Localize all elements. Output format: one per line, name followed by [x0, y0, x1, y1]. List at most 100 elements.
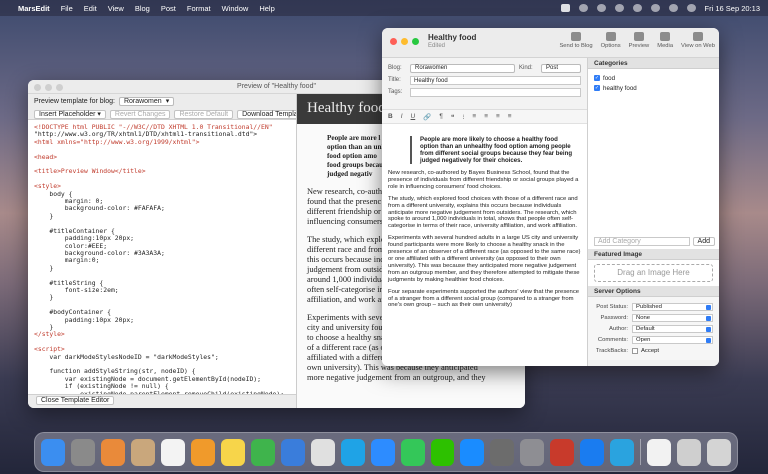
underline-button[interactable]: U	[411, 113, 416, 120]
password-row: Password: None	[594, 312, 713, 323]
blockquote-button[interactable]: ❝	[451, 113, 455, 121]
close-window-button[interactable]	[34, 84, 41, 91]
options-button[interactable]: Options	[601, 32, 621, 49]
menu-format[interactable]: Format	[187, 4, 211, 13]
menu-help[interactable]: Help	[259, 4, 274, 13]
minimize-window-button[interactable]	[401, 38, 408, 45]
add-category-button[interactable]: Add	[692, 237, 715, 246]
align-center-button[interactable]: ≡	[484, 113, 488, 120]
featured-image-well[interactable]: Drag an Image Here	[588, 260, 719, 286]
preview-title: Preview of "Healthy food"	[237, 83, 316, 90]
menu-edit[interactable]: Edit	[84, 4, 97, 13]
control-center-icon[interactable]	[686, 4, 696, 12]
menu-app[interactable]: MarsEdit	[18, 4, 50, 13]
finder-icon[interactable]	[40, 438, 65, 466]
skype-icon[interactable]	[340, 438, 365, 466]
view-on-web-button[interactable]: View on Web	[681, 32, 715, 49]
kind-select[interactable]: Post	[541, 63, 581, 73]
italic-button[interactable]: I	[401, 113, 403, 120]
telegram-icon[interactable]	[610, 438, 635, 466]
sync-icon[interactable]	[596, 4, 606, 12]
zoom-icon[interactable]	[370, 438, 395, 466]
quicklook-icon[interactable]	[490, 438, 515, 466]
marsedit-icon[interactable]	[550, 438, 575, 466]
post-status-select[interactable]: Published	[632, 302, 713, 311]
post-meta: Blog: Rorawomen Kind: Post Title: Health…	[382, 58, 587, 110]
revert-changes-button[interactable]: Revert Changes	[109, 110, 171, 119]
zoom-window-button[interactable]	[412, 38, 419, 45]
xcode-icon[interactable]	[677, 438, 702, 466]
bold-button[interactable]: B	[388, 113, 393, 120]
minimize-window-button[interactable]	[45, 84, 52, 91]
preview-button[interactable]: Preview	[628, 32, 650, 49]
code-line: <html xmlns="http://www.w3.org/1999/xhtm…	[34, 137, 200, 146]
more-button[interactable]: ⁝	[462, 113, 464, 121]
post-body-editor[interactable]: People are more likely to choose a healt…	[382, 124, 587, 320]
menu-window[interactable]: Window	[222, 4, 249, 13]
paragraph-button[interactable]: ¶	[439, 113, 443, 120]
dock-separator	[640, 439, 642, 465]
settings-icon[interactable]	[520, 438, 545, 466]
link-button[interactable]: 🔗	[423, 113, 431, 121]
trackbacks-checkbox[interactable]	[632, 347, 638, 354]
insert-placeholder-label: Insert Placeholder	[39, 111, 96, 118]
tags-label: Tags:	[388, 89, 403, 95]
marsedit-tray-icon[interactable]	[560, 4, 570, 12]
align-right-button[interactable]: ≡	[496, 113, 500, 120]
close-template-editor-button[interactable]: Close Template Editor	[36, 396, 115, 405]
category-label: healthy food	[603, 84, 637, 92]
checkbox-checked-icon[interactable]: ✓	[594, 85, 600, 91]
author-select[interactable]: Default	[632, 324, 713, 333]
add-category-input[interactable]: Add Category	[594, 237, 690, 246]
chrome-icon[interactable]	[310, 438, 335, 466]
align-justify-button[interactable]: ≡	[508, 113, 512, 120]
template-toolbar: Preview template for blog: Rorawomen ▾ In…	[28, 94, 315, 120]
photos-icon[interactable]	[100, 438, 125, 466]
contacts-icon[interactable]	[130, 438, 155, 466]
bluetooth-icon[interactable]	[632, 4, 642, 12]
wifi-icon[interactable]	[650, 4, 660, 12]
numbers-icon[interactable]	[250, 438, 275, 466]
checkbox-checked-icon[interactable]: ✓	[594, 75, 600, 81]
menu-post[interactable]: Post	[161, 4, 176, 13]
preview-label: Preview	[628, 43, 650, 49]
appstore-icon[interactable]	[460, 438, 485, 466]
category-item[interactable]: ✓ healthy food	[594, 83, 713, 93]
zoom-window-button[interactable]	[56, 84, 63, 91]
media-button[interactable]: Media	[657, 32, 673, 49]
reminders-icon[interactable]	[160, 438, 185, 466]
menu-file[interactable]: File	[61, 4, 73, 13]
insert-placeholder-button[interactable]: Insert Placeholder ▾	[34, 110, 106, 119]
keynote-icon[interactable]	[280, 438, 305, 466]
blog-select[interactable]: Rorawomen	[410, 63, 515, 73]
template-code-editor[interactable]: <!DOCTYPE html PUBLIC "-//W3C//DTD XHTML…	[28, 120, 296, 395]
menu-clock[interactable]: Fri 16 Sep 20:13	[705, 4, 760, 13]
password-select[interactable]: None	[632, 313, 713, 322]
menu-blog[interactable]: Blog	[135, 4, 150, 13]
code-line: font-size:2em;	[34, 285, 119, 294]
notes-icon[interactable]	[220, 438, 245, 466]
battery-icon[interactable]	[614, 4, 624, 12]
preview-icon[interactable]	[647, 438, 672, 466]
pages-icon[interactable]	[190, 438, 215, 466]
launchpad-icon[interactable]	[70, 438, 95, 466]
server-options-header: Server Options	[588, 286, 719, 297]
restore-default-button[interactable]: Restore Default	[174, 110, 234, 119]
safari-icon[interactable]	[580, 438, 605, 466]
close-window-button[interactable]	[390, 38, 397, 45]
search-icon[interactable]	[668, 4, 678, 12]
send-to-blog-button[interactable]: Send to Blog	[559, 32, 593, 49]
comments-select[interactable]: Open	[632, 335, 713, 344]
template-blog-select[interactable]: Rorawomen ▾	[118, 97, 175, 106]
tags-field[interactable]	[410, 87, 581, 97]
trackbacks-value: Accept	[641, 347, 660, 354]
menu-view[interactable]: View	[108, 4, 124, 13]
status-icon[interactable]	[578, 4, 588, 12]
trash-icon[interactable]	[707, 438, 732, 466]
align-left-button[interactable]: ≡	[472, 113, 476, 120]
category-item[interactable]: ✓ food	[594, 73, 713, 83]
messages-icon[interactable]	[400, 438, 425, 466]
title-field[interactable]: Healthy food	[410, 75, 581, 85]
wechat-icon[interactable]	[430, 438, 455, 466]
